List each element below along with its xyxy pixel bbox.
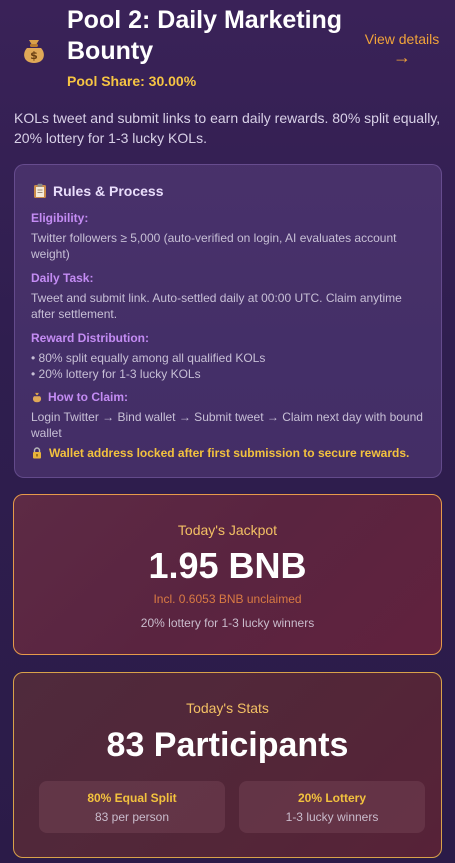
pool-description: KOLs tweet and submit links to earn dail… xyxy=(14,110,441,146)
jackpot-card: Today's Jackpot 1.95 BNB Incl. 0.6053 BN… xyxy=(13,494,442,655)
eligibility-heading: Eligibility: xyxy=(31,211,89,225)
equal-split-box: 80% Equal Split 83 per person xyxy=(39,781,225,833)
rules-card: Rules & Process Eligibility: Twitter fol… xyxy=(14,164,442,478)
how-to-claim-heading: How to Claim: xyxy=(31,390,128,404)
clipboard-icon xyxy=(34,183,46,198)
jackpot-note: 20% lottery for 1-3 lucky winners xyxy=(140,616,315,630)
page-title: Pool 2: Daily Marketing Bounty xyxy=(67,6,343,65)
arrow-right-icon: → xyxy=(393,47,411,67)
jackpot-label: Today's Jackpot xyxy=(177,522,278,538)
participants-count: 83 Participants xyxy=(106,726,349,764)
equal-split-text: 83 per person xyxy=(94,810,170,824)
view-details-label: View details xyxy=(364,31,440,47)
jackpot-unclaimed: Incl. 0.6053 BNB unclaimed xyxy=(153,592,302,606)
daily-task-heading: Daily Task: xyxy=(31,271,94,285)
rules-title-text: Rules & Process xyxy=(53,183,164,199)
lock-icon xyxy=(33,447,41,459)
wallet-lock-text: Wallet address locked after first submis… xyxy=(49,446,410,460)
svg-text:$: $ xyxy=(30,49,38,62)
rules-title: Rules & Process xyxy=(33,183,164,199)
pool-share: Pool Share: 30.00% xyxy=(67,73,197,89)
lottery-box: 20% Lottery 1-3 lucky winners xyxy=(239,781,425,833)
reward-distribution-heading: Reward Distribution: xyxy=(31,331,150,345)
lottery-heading: 20% Lottery xyxy=(297,791,367,805)
reward-item: • 20% lottery for 1-3 lucky KOLs xyxy=(31,367,201,381)
money-bag-icon xyxy=(32,392,42,403)
equal-split-heading: 80% Equal Split xyxy=(87,791,177,805)
lottery-text: 1-3 lucky winners xyxy=(285,810,379,824)
how-to-claim-label: How to Claim: xyxy=(48,390,128,404)
view-details-link[interactable]: View details → xyxy=(357,30,447,66)
money-bag-icon: $ xyxy=(24,40,44,63)
stats-label: Today's Stats xyxy=(186,700,269,716)
jackpot-value: 1.95 BNB xyxy=(148,545,307,586)
wallet-lock-notice: Wallet address locked after first submis… xyxy=(31,446,409,460)
eligibility-text: Twitter followers ≥ 5,000 (auto-verified… xyxy=(31,231,397,261)
stats-card: Today's Stats 83 Participants 80% Equal … xyxy=(13,672,442,858)
pool-header: $ Pool 2: Daily Marketing Bounty Pool Sh… xyxy=(0,0,455,100)
reward-item: • 80% split equally among all qualified … xyxy=(31,351,266,365)
daily-task-text: Tweet and submit link. Auto-settled dail… xyxy=(31,291,402,321)
how-to-claim-text: Login Twitter → Bind wallet → Submit twe… xyxy=(31,410,423,440)
